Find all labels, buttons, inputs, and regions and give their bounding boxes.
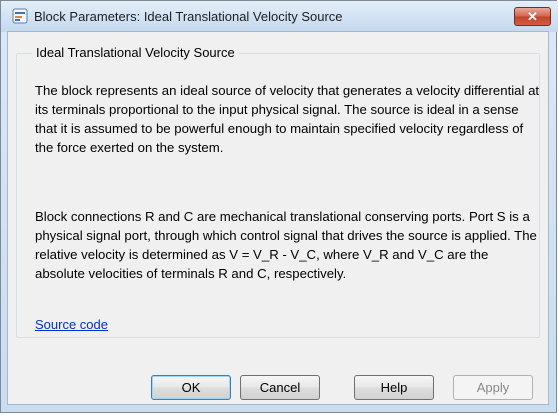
ok-button[interactable]: OK xyxy=(151,375,231,400)
cancel-button[interactable]: Cancel xyxy=(240,375,320,400)
close-button[interactable]: ✕ xyxy=(514,7,551,26)
close-icon: ✕ xyxy=(527,8,538,24)
window-title: Block Parameters: Ideal Translational Ve… xyxy=(34,9,343,24)
block-description-paragraph-2: Block connections R and C are mechanical… xyxy=(35,209,537,281)
group-title: Ideal Translational Velocity Source xyxy=(32,45,239,60)
source-code-link[interactable]: Source code xyxy=(35,317,108,332)
apply-button[interactable]: Apply xyxy=(453,375,533,400)
title-bar[interactable]: Block Parameters: Ideal Translational Ve… xyxy=(1,1,558,32)
help-button[interactable]: Help xyxy=(354,375,434,400)
block-description-paragraph-1: The block represents an ideal source of … xyxy=(35,83,540,155)
block-parameters-icon xyxy=(12,8,28,24)
